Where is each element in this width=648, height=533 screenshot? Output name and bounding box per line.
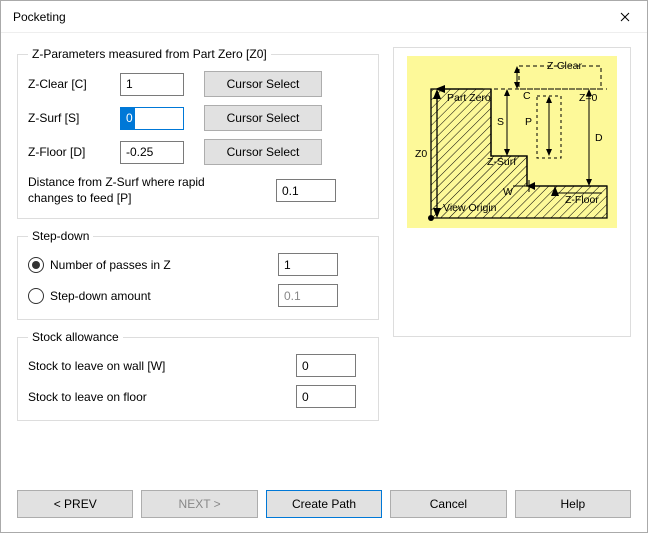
z-clear-label: Z-Clear [C] [28,77,120,91]
create-path-button[interactable]: Create Path [266,490,382,518]
passes-radio[interactable] [28,257,44,273]
stock-allowance-group: Stock allowance Stock to leave on wall [… [17,330,379,421]
cancel-button[interactable]: Cancel [390,490,506,518]
close-icon [620,12,630,22]
stock-floor-input[interactable] [296,385,356,408]
next-button: NEXT > [141,490,257,518]
diagram-zclear-label: Z-Clear [547,60,582,72]
diagram-d-label: D [595,132,603,144]
stock-floor-label: Stock to leave on floor [28,390,278,404]
window-title: Pocketing [13,10,603,24]
diagram-vieworigin-label: View Origin [443,202,497,214]
passes-radio-label[interactable]: Number of passes in Z [50,258,260,272]
step-down-legend: Step-down [28,229,93,243]
diagram-p-label: P [525,116,532,128]
button-bar: < PREV NEXT > Create Path Cancel Help [1,484,647,532]
z-parameters-legend: Z-Parameters measured from Part Zero [Z0… [28,47,271,61]
radio-dot-icon [32,261,40,269]
z-surf-cursor-select-button[interactable]: Cursor Select [204,105,322,131]
titlebar: Pocketing [1,1,647,33]
stock-wall-label: Stock to leave on wall [W] [28,359,278,373]
diagram-zsurf-label: Z-Surf [487,156,516,168]
diagram-s-label: S [497,116,504,128]
stock-allowance-legend: Stock allowance [28,330,123,344]
prev-button[interactable]: < PREV [17,490,133,518]
passes-input[interactable] [278,253,338,276]
diagram-z0eq-label: Z=0 [579,92,597,104]
z-surf-label: Z-Surf [S] [28,111,120,125]
amount-radio-label[interactable]: Step-down amount [50,289,260,303]
dialog-body: Z-Parameters measured from Part Zero [Z0… [1,33,647,484]
step-down-group: Step-down Number of passes in Z Step-dow… [17,229,379,320]
stock-wall-input[interactable] [296,354,356,377]
rapid-feed-input[interactable] [276,179,336,202]
z-surf-input[interactable] [120,107,184,130]
z-clear-input[interactable] [120,73,184,96]
diagram-panel: Z-Clear Part Zero C Z=0 S P Z0 Z-Surf D … [393,47,631,337]
diagram-c-label: C [523,90,531,102]
z-floor-cursor-select-button[interactable]: Cursor Select [204,139,322,165]
diagram-w-label: W [503,186,513,198]
pocketing-dialog: Pocketing Z-Parameters measured from Par… [0,0,648,533]
rapid-feed-label: Distance from Z-Surf where rapid changes… [28,175,248,206]
z-parameters-group: Z-Parameters measured from Part Zero [Z0… [17,47,379,219]
help-button[interactable]: Help [515,490,631,518]
close-button[interactable] [603,2,647,32]
diagram-z0-label: Z0 [415,148,427,160]
diagram-partzero-label: Part Zero [447,92,491,104]
amount-input [278,284,338,307]
z-clear-cursor-select-button[interactable]: Cursor Select [204,71,322,97]
z-floor-label: Z-Floor [D] [28,145,120,159]
diagram-zfloor-label: Z-Floor [565,194,599,206]
amount-radio[interactable] [28,288,44,304]
z-floor-input[interactable] [120,141,184,164]
z-parameters-diagram: Z-Clear Part Zero C Z=0 S P Z0 Z-Surf D … [407,56,617,228]
